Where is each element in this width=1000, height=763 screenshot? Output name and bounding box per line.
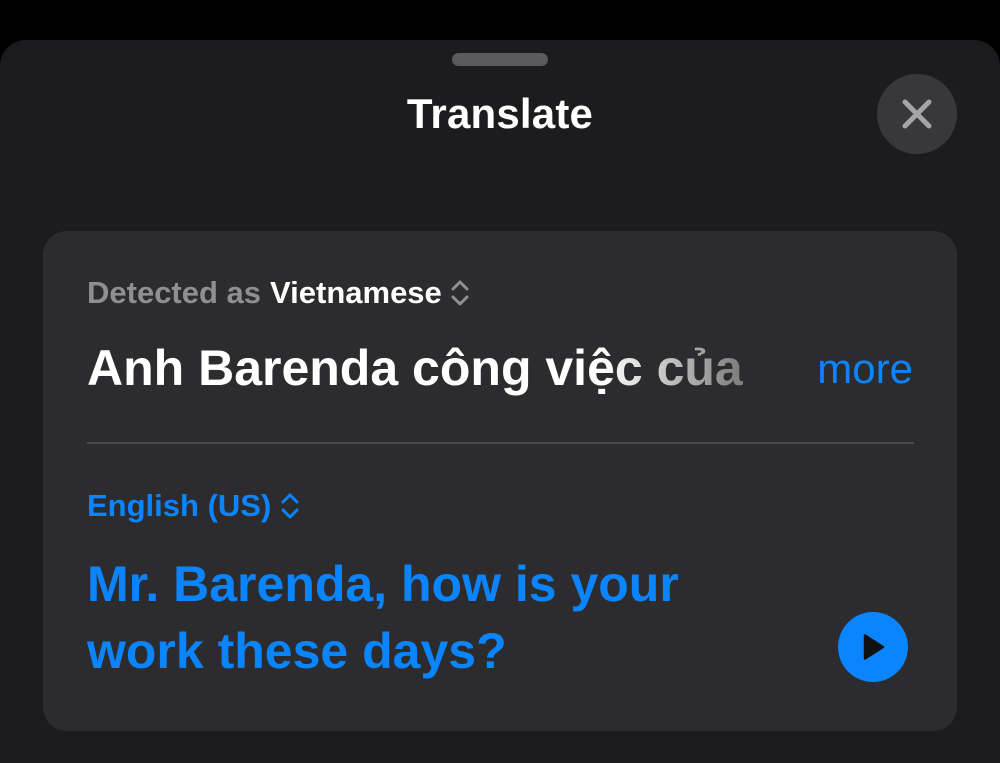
sheet-grabber[interactable]	[452, 53, 548, 66]
divider	[87, 442, 914, 444]
close-button[interactable]	[877, 74, 957, 154]
xmark-icon	[902, 99, 932, 129]
play-button[interactable]	[838, 612, 908, 682]
chevron-up-down-icon	[451, 280, 469, 306]
more-button[interactable]: more	[817, 345, 913, 393]
sheet-title: Translate	[406, 90, 594, 137]
detected-as-label: Detected as	[87, 275, 262, 310]
translation-text: Mr. Barenda, how is your work these days…	[87, 556, 679, 679]
source-language-label: Vietnamese	[270, 275, 442, 310]
target-language-picker[interactable]: English (US)	[87, 488, 300, 524]
source-text: Anh Barenda công việc của	[87, 340, 743, 396]
translation-card: Detected as Vietnamese Anh Barenda công …	[43, 231, 957, 731]
translate-sheet: Translate Detected as Vietnamese Anh Bar…	[0, 40, 1000, 763]
source-language-picker[interactable]: Detected as Vietnamese	[87, 275, 470, 311]
chevron-up-down-icon	[281, 493, 299, 519]
target-language-label: English (US)	[87, 488, 272, 523]
play-icon	[863, 634, 885, 660]
